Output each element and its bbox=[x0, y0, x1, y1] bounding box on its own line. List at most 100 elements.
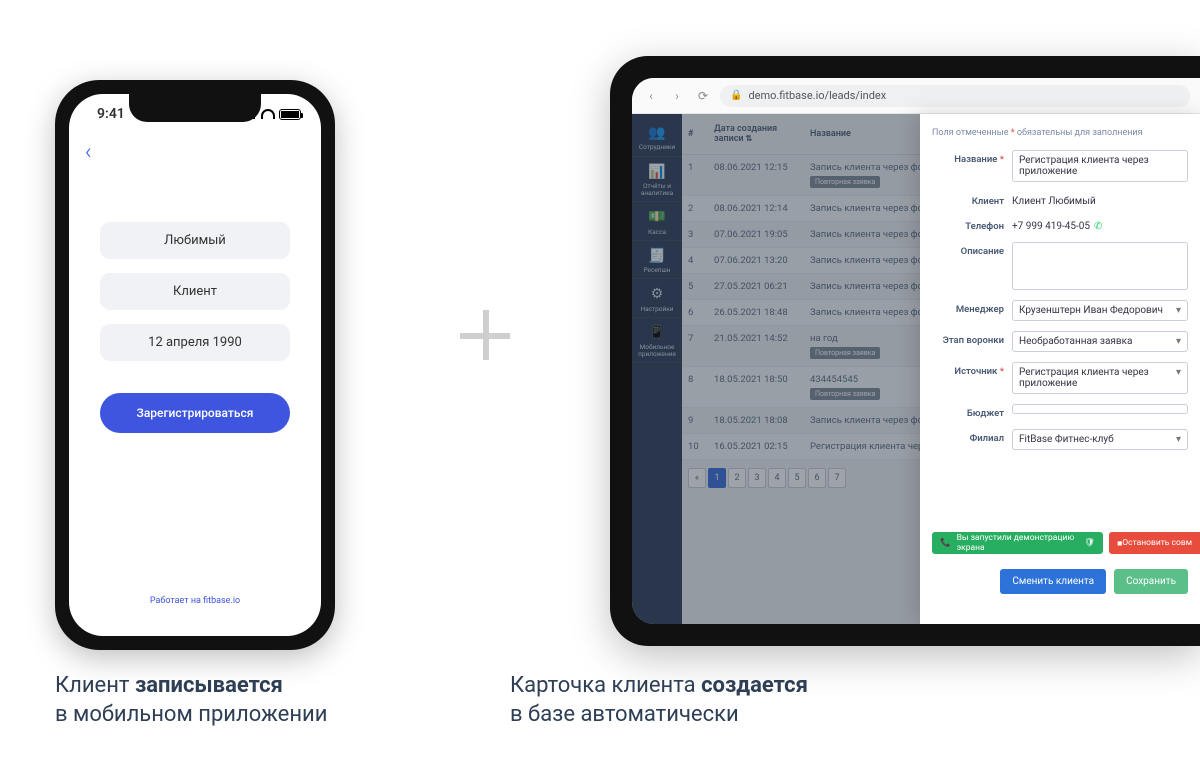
form-actions: Сменить клиента Сохранить bbox=[1000, 569, 1188, 594]
browser-forward-button[interactable]: › bbox=[668, 87, 686, 105]
sidebar-icon: 💵 bbox=[634, 210, 680, 225]
cell-num: 5 bbox=[682, 274, 708, 300]
input-budget[interactable] bbox=[1012, 404, 1188, 414]
sidebar-icon: 👥 bbox=[634, 126, 680, 141]
select-stage[interactable]: Необработанная заявка bbox=[1012, 331, 1188, 352]
shield-icon: 🛡 bbox=[1084, 538, 1095, 548]
name-field[interactable]: Клиент bbox=[100, 273, 290, 310]
value-client[interactable]: Клиент Любимый bbox=[1012, 192, 1188, 207]
signup-form: Любимый Клиент 12 апреля 1990 Зарегистри… bbox=[69, 172, 321, 596]
cell-date: 27.05.2021 06:21 bbox=[708, 274, 804, 300]
label-client: Клиент bbox=[932, 192, 1004, 207]
page-2[interactable]: 2 bbox=[728, 468, 746, 488]
repeat-badge: Повторная заявка bbox=[810, 347, 880, 359]
sidebar-label: Касса bbox=[648, 228, 666, 236]
browser-reload-button[interactable]: ⟳ bbox=[694, 87, 712, 105]
url-text: demo.fitbase.io/leads/index bbox=[748, 89, 886, 102]
cell-num: 9 bbox=[682, 408, 708, 434]
cell-num: 6 bbox=[682, 300, 708, 326]
screen-share-bar: 📞 Вы запустили демонстрацию экрана 🛡 ■ О… bbox=[932, 532, 1200, 554]
plus-icon bbox=[460, 310, 510, 360]
select-manager[interactable]: Крузенштерн Иван Федорович bbox=[1012, 300, 1188, 321]
label-budget: Бюджет bbox=[932, 404, 1004, 419]
sidebar-label: Отчёты и аналитика bbox=[641, 182, 673, 197]
label-desc: Описание bbox=[932, 242, 1004, 257]
caption-right: Карточка клиента создается в базе автома… bbox=[510, 671, 808, 730]
register-button[interactable]: Зарегистрироваться bbox=[100, 393, 290, 433]
input-name[interactable]: Регистрация клиента через приложение bbox=[1012, 150, 1188, 182]
tablet-screen: ‹ › ⟳ 🔒 demo.fitbase.io/leads/index 👥 Сот… bbox=[632, 78, 1200, 624]
label-phone: Телефон bbox=[932, 217, 1004, 232]
app-area: 👥 Сотрудники 📊 Отчёты и аналитика 💵 Касса 🧾 Рес… bbox=[632, 114, 1200, 624]
page-1[interactable]: 1 bbox=[708, 468, 726, 488]
sidebar-icon: 📱 bbox=[634, 326, 680, 341]
sort-icon: ⇅ bbox=[746, 134, 753, 143]
cell-date: 18.05.2021 18:50 bbox=[708, 367, 804, 408]
label-name: Название * bbox=[932, 150, 1004, 165]
page-3[interactable]: 3 bbox=[748, 468, 766, 488]
label-stage: Этап воронки bbox=[932, 331, 1004, 346]
cell-num: 4 bbox=[682, 248, 708, 274]
repeat-badge: Повторная заявка bbox=[810, 388, 880, 400]
cell-num: 10 bbox=[682, 434, 708, 460]
select-source[interactable]: Регистрация клиента через приложение bbox=[1012, 362, 1188, 394]
lock-icon: 🔒 bbox=[730, 90, 742, 101]
page-4[interactable]: 4 bbox=[768, 468, 786, 488]
url-bar[interactable]: 🔒 demo.fitbase.io/leads/index bbox=[720, 85, 1190, 107]
page-5[interactable]: 5 bbox=[788, 468, 806, 488]
cell-num: 8 bbox=[682, 367, 708, 408]
stop-share-button[interactable]: ■ Остановить совм bbox=[1109, 532, 1200, 554]
cell-date: 26.05.2021 18:48 bbox=[708, 300, 804, 326]
select-branch[interactable]: FitBase Фитнес-клуб bbox=[1012, 429, 1188, 450]
cell-num: 3 bbox=[682, 222, 708, 248]
required-note: Поля отмеченные * обязательны для заполн… bbox=[932, 128, 1188, 138]
sidebar-item-1[interactable]: 📊 Отчёты и аналитика bbox=[632, 159, 682, 203]
sidebar-icon: 📊 bbox=[634, 165, 680, 180]
cell-date: 08.06.2021 12:14 bbox=[708, 196, 804, 222]
powered-by: Работает на fitbase.io bbox=[69, 596, 321, 636]
change-client-button[interactable]: Сменить клиента bbox=[1000, 569, 1106, 594]
cell-date: 08.06.2021 12:15 bbox=[708, 155, 804, 196]
dob-field[interactable]: 12 апреля 1990 bbox=[100, 324, 290, 361]
sidebar-label: Сотрудники bbox=[639, 143, 675, 151]
nav-bar: ‹ bbox=[69, 134, 321, 172]
app-sidebar: 👥 Сотрудники 📊 Отчёты и аналитика 💵 Касса 🧾 Рес… bbox=[632, 114, 682, 624]
browser-toolbar: ‹ › ⟳ 🔒 demo.fitbase.io/leads/index bbox=[632, 78, 1200, 114]
save-button[interactable]: Сохранить bbox=[1114, 569, 1188, 594]
label-manager: Менеджер bbox=[932, 300, 1004, 315]
sidebar-icon: ⚙ bbox=[634, 287, 680, 302]
cell-date: 18.05.2021 18:08 bbox=[708, 408, 804, 434]
back-button[interactable]: ‹ bbox=[85, 140, 92, 165]
input-desc[interactable] bbox=[1012, 242, 1188, 290]
sidebar-item-0[interactable]: 👥 Сотрудники bbox=[632, 120, 682, 157]
sidebar-label: Мобильное приложение bbox=[638, 343, 676, 358]
sidebar-item-5[interactable]: 📱 Мобильное приложение bbox=[632, 320, 682, 364]
cell-date: 07.06.2021 19:05 bbox=[708, 222, 804, 248]
page-6[interactable]: 6 bbox=[808, 468, 826, 488]
label-source: Источник * bbox=[932, 362, 1004, 377]
sidebar-item-2[interactable]: 💵 Касса bbox=[632, 204, 682, 241]
cell-date: 21.05.2021 14:52 bbox=[708, 326, 804, 367]
browser-back-button[interactable]: ‹ bbox=[642, 87, 660, 105]
col-num[interactable]: # bbox=[682, 114, 708, 155]
cell-num: 2 bbox=[682, 196, 708, 222]
phone-notch bbox=[129, 94, 261, 122]
page-7[interactable]: 7 bbox=[828, 468, 846, 488]
cell-num: 7 bbox=[682, 326, 708, 367]
phone-share-icon: 📞 bbox=[940, 538, 951, 548]
cell-num: 1 bbox=[682, 155, 708, 196]
tablet-device: ‹ › ⟳ 🔒 demo.fitbase.io/leads/index 👥 Сот… bbox=[610, 56, 1200, 646]
surname-field[interactable]: Любимый bbox=[100, 222, 290, 259]
sidebar-label: Настройки bbox=[640, 305, 673, 313]
sidebar-label: Ресепшн bbox=[643, 266, 670, 274]
battery-icon bbox=[279, 109, 301, 120]
whatsapp-icon[interactable]: ✆ bbox=[1094, 221, 1102, 232]
sidebar-icon: 🧾 bbox=[634, 249, 680, 264]
page-«[interactable]: « bbox=[688, 468, 706, 488]
sidebar-item-3[interactable]: 🧾 Ресепшн bbox=[632, 243, 682, 280]
cell-date: 07.06.2021 13:20 bbox=[708, 248, 804, 274]
sidebar-item-4[interactable]: ⚙ Настройки bbox=[632, 281, 682, 318]
col-date[interactable]: Дата создания записи⇅ bbox=[708, 114, 804, 155]
repeat-badge: Повторная заявка bbox=[810, 176, 880, 188]
label-branch: Филиал bbox=[932, 429, 1004, 444]
